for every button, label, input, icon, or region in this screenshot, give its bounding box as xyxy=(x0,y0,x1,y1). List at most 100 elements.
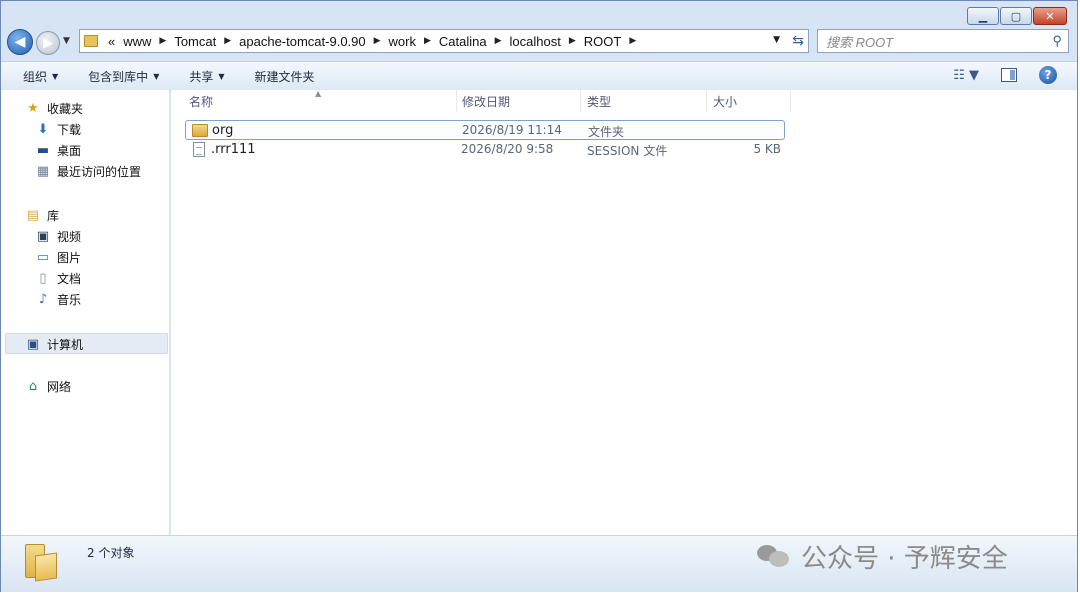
nav-computer-label: 计算机 xyxy=(47,338,84,352)
chevron-right-icon[interactable]: ▶ xyxy=(224,36,231,46)
column-type-label: 类型 xyxy=(587,94,612,109)
include-in-library-label: 包含到库中 xyxy=(88,69,149,84)
caret-down-icon: ▼ xyxy=(153,71,160,81)
column-header-type[interactable]: 类型 xyxy=(581,90,707,112)
close-icon: ✕ xyxy=(1045,9,1055,23)
details-pane: 2 个对象 公众号 · 予辉安全 xyxy=(1,535,1077,592)
item-count: 2 个对象 xyxy=(87,546,135,560)
breadcrumb-catalina[interactable]: Catalina xyxy=(439,34,487,49)
maximize-button[interactable]: ▢ xyxy=(1000,7,1032,25)
share-button[interactable]: 共享 ▼ xyxy=(189,68,224,85)
caret-down-icon: ▼ xyxy=(218,71,225,81)
nav-music[interactable]: ♪ 音乐 xyxy=(35,291,81,308)
explorer-window: ▁ ▢ ✕ ◀ ▶ ▼ « www ▶ Tomcat ▶ apache-tomc… xyxy=(0,0,1078,592)
search-input[interactable]: 搜索 ROOT ⚲ xyxy=(817,29,1069,53)
help-icon[interactable]: ? xyxy=(1039,66,1057,84)
chevron-right-icon[interactable]: ▶ xyxy=(159,36,166,46)
refresh-icon[interactable]: ⇆ xyxy=(792,33,804,49)
breadcrumb-overflow[interactable]: « xyxy=(108,34,115,49)
downloads-icon: ⬇ xyxy=(37,122,49,137)
folder-icon xyxy=(192,124,208,137)
table-row[interactable]: .rrr111 2026/8/20 9:58 SESSION 文件 5 KB xyxy=(185,140,785,160)
back-button[interactable]: ◀ xyxy=(7,29,33,55)
chevron-right-icon[interactable]: ▶ xyxy=(424,36,431,46)
breadcrumb-root[interactable]: ROOT xyxy=(584,34,622,49)
breadcrumb-apache-tomcat[interactable]: apache-tomcat-9.0.90 xyxy=(239,34,365,49)
file-icon xyxy=(193,142,205,157)
nav-network[interactable]: ⌂ 网络 xyxy=(25,378,71,395)
new-folder-button[interactable]: 新建文件夹 xyxy=(255,68,315,85)
breadcrumb-tomcat[interactable]: Tomcat xyxy=(174,34,216,49)
music-icon: ♪ xyxy=(38,292,48,307)
address-row: ◀ ▶ ▼ « www ▶ Tomcat ▶ apache-tomcat-9.0… xyxy=(7,29,1075,55)
nav-network-label: 网络 xyxy=(47,380,72,394)
nav-music-label: 音乐 xyxy=(57,293,82,307)
video-icon: ▣ xyxy=(36,229,50,244)
breadcrumb-work[interactable]: work xyxy=(389,34,416,49)
chevron-right-icon[interactable]: ▶ xyxy=(629,36,636,46)
maximize-icon: ▢ xyxy=(1010,9,1022,23)
nav-desktop-label: 桌面 xyxy=(57,144,82,158)
network-icon: ⌂ xyxy=(28,379,38,394)
nav-pictures-label: 图片 xyxy=(57,251,82,265)
column-header-name[interactable]: 名称 ▲ xyxy=(171,89,457,112)
new-folder-label: 新建文件夹 xyxy=(254,69,315,84)
search-icon[interactable]: ⚲ xyxy=(1052,33,1062,49)
chevron-right-icon[interactable]: ▶ xyxy=(495,36,502,46)
watermark: 公众号 · 予辉安全 xyxy=(757,536,1008,576)
star-icon: ★ xyxy=(27,101,39,116)
nav-desktop[interactable]: ▬ 桌面 xyxy=(35,142,81,159)
recent-pages-dropdown[interactable]: ▼ xyxy=(63,36,70,46)
watermark-text: 公众号 · 予辉安全 xyxy=(801,543,1008,574)
nav-libraries[interactable]: ▤ 库 xyxy=(25,207,59,224)
nav-videos[interactable]: ▣ 视频 xyxy=(35,228,81,245)
recent-places-icon: ▦ xyxy=(36,164,50,179)
forward-arrow-icon: ▶ xyxy=(43,35,53,51)
wechat-icon xyxy=(757,543,791,569)
view-options-icon[interactable]: ☷ ▼ xyxy=(953,68,979,83)
nav-downloads[interactable]: ⬇ 下载 xyxy=(35,121,81,138)
file-name: org xyxy=(212,123,234,138)
nav-recent-places[interactable]: ▦ 最近访问的位置 xyxy=(35,163,141,180)
chevron-right-icon[interactable]: ▶ xyxy=(569,36,576,46)
close-button[interactable]: ✕ xyxy=(1033,7,1067,25)
breadcrumb-localhost[interactable]: localhost xyxy=(510,34,561,49)
chevron-right-icon[interactable]: ▶ xyxy=(374,36,381,46)
search-placeholder: 搜索 ROOT xyxy=(826,34,894,50)
address-dropdown[interactable]: ▼ xyxy=(773,35,780,45)
folder-icon xyxy=(23,544,61,582)
computer-icon: ▣ xyxy=(26,337,40,352)
nav-favorites-label: 收藏夹 xyxy=(47,102,84,116)
address-bar[interactable]: « www ▶ Tomcat ▶ apache-tomcat-9.0.90 ▶ … xyxy=(79,29,809,53)
pictures-icon: ▭ xyxy=(36,250,50,265)
table-row[interactable]: org 2026/8/19 11:14 文件夹 xyxy=(185,120,785,140)
minimize-icon: ▁ xyxy=(978,9,988,23)
nav-pictures[interactable]: ▭ 图片 xyxy=(35,249,81,266)
file-type: 文件夹 xyxy=(588,125,625,139)
column-header-modified[interactable]: 修改日期 xyxy=(457,90,581,112)
caption-buttons: ▁ ▢ ✕ xyxy=(966,7,1067,25)
include-in-library-button[interactable]: 包含到库中 ▼ xyxy=(88,68,159,85)
toolbar-right: ☷ ▼ ? xyxy=(953,66,1057,84)
organize-label: 组织 xyxy=(23,69,48,84)
file-type: SESSION 文件 xyxy=(587,144,668,158)
organize-button[interactable]: 组织 ▼ xyxy=(23,68,58,85)
desktop-icon: ▬ xyxy=(36,143,50,158)
folder-icon xyxy=(84,35,98,47)
nav-documents[interactable]: ▯ 文档 xyxy=(35,270,81,287)
preview-pane-icon[interactable] xyxy=(1001,68,1017,82)
nav-videos-label: 视频 xyxy=(57,230,82,244)
breadcrumb-www[interactable]: www xyxy=(123,34,151,49)
file-size: 5 KB xyxy=(753,142,781,156)
share-label: 共享 xyxy=(189,69,214,84)
forward-button[interactable]: ▶ xyxy=(36,31,60,55)
minimize-button[interactable]: ▁ xyxy=(967,7,999,25)
column-header-size[interactable]: 大小 xyxy=(707,90,791,112)
nav-downloads-label: 下载 xyxy=(57,123,82,137)
nav-computer[interactable]: ▣ 计算机 xyxy=(25,336,83,353)
nav-recent-label: 最近访问的位置 xyxy=(57,165,142,179)
back-arrow-icon: ◀ xyxy=(14,34,26,50)
command-bar: 组织 ▼ 包含到库中 ▼ 共享 ▼ 新建文件夹 ☷ ▼ ? xyxy=(1,61,1077,91)
nav-favorites[interactable]: ★ 收藏夹 xyxy=(25,100,83,117)
column-modified-label: 修改日期 xyxy=(462,94,511,109)
